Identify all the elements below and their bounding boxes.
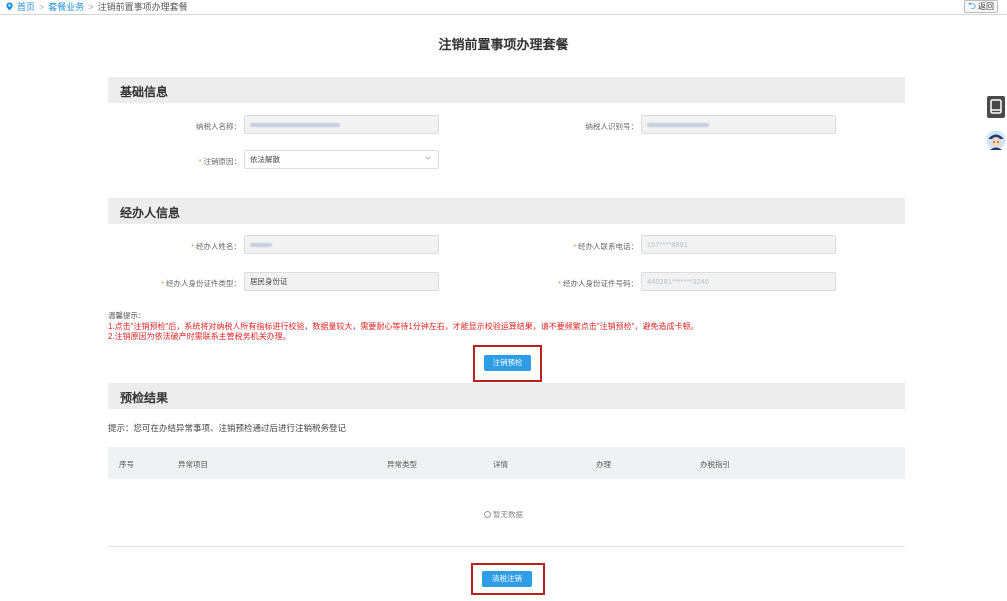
tips-line-1: 1.点击"注销预检"后，系统将对纳税人所有指标进行校验，数据量较大，需要耐心等待…: [108, 321, 699, 331]
section-basic-info: 基础信息: [108, 77, 905, 103]
masked-value: [250, 243, 272, 248]
agent-phone-field[interactable]: 157****8891: [641, 235, 836, 254]
column-header: 异常项目: [178, 460, 208, 469]
agent-id-number-field[interactable]: 440281*******3246: [641, 272, 836, 291]
agent-id-type-field[interactable]: 居民身份证: [244, 272, 439, 291]
result-hint: 提示：您可在办结异常事项、注销预检通过后进行注销税务登记: [108, 423, 347, 433]
section-precheck-result: 预检结果: [108, 383, 905, 409]
breadcrumb-package-business[interactable]: 套餐业务: [48, 0, 84, 13]
top-bar: 首页 > 套餐业务 > 注销前置事项办理套餐 ⮌ 返回: [0, 0, 1007, 15]
clear-cancel-button[interactable]: 清税注销: [482, 571, 532, 587]
breadcrumb: 首页 > 套餐业务 > 注销前置事项办理套餐: [5, 0, 188, 13]
cancel-reason-select[interactable]: 依法解散: [244, 150, 439, 169]
section-title: 基础信息: [120, 85, 169, 99]
agent-id-type-label: * 经办人身份证件类型：: [161, 279, 241, 288]
column-header: 异常类型: [387, 460, 417, 469]
taxpayer-id-field[interactable]: [641, 115, 836, 134]
agent-name-label: * 经办人姓名：: [191, 242, 241, 251]
chevron-down-icon: [425, 156, 431, 160]
column-header: 办税指引: [700, 460, 730, 469]
masked-value: [647, 123, 709, 128]
back-button-label: 返回: [978, 2, 994, 11]
column-header: 序号: [119, 460, 134, 469]
required-star: *: [198, 157, 202, 166]
location-pin-icon: [6, 2, 13, 11]
agent-name-field[interactable]: [244, 235, 439, 254]
breadcrumb-home[interactable]: 首页: [17, 0, 35, 13]
empty-icon: [484, 511, 491, 518]
taxpayer-name-field[interactable]: [244, 115, 439, 134]
back-arrow-icon: ⮌: [967, 0, 976, 12]
section-title: 经办人信息: [120, 206, 181, 220]
section-title: 预检结果: [120, 391, 169, 405]
page-title: 注销前置事项办理套餐: [438, 37, 569, 52]
column-header: 办理: [596, 460, 611, 469]
taxpayer-name-label: 纳税人名称：: [196, 122, 241, 131]
breadcrumb-separator: >: [39, 1, 45, 12]
tips-title: 温馨提示：: [108, 311, 146, 320]
tips-line-2: 2.注销原因为依法破产时需联系主管税务机关办理。: [108, 332, 291, 341]
divider: [108, 546, 905, 547]
breadcrumb-separator: >: [88, 1, 94, 12]
masked-value: [250, 123, 340, 128]
book-icon: [990, 99, 1002, 114]
result-table-header: 序号 异常项目 异常类型 详情 办理 办税指引: [108, 447, 905, 479]
taxpayer-id-label: 纳税人识别号：: [585, 122, 639, 131]
breadcrumb-current: 注销前置事项办理套餐: [97, 2, 188, 12]
agent-phone-label: * 经办人联系电话：: [573, 242, 638, 251]
cancel-reason-label: * 注销原因：: [198, 157, 241, 166]
back-button[interactable]: ⮌ 返回: [963, 0, 998, 13]
cancel-reason-value: 依法解散: [250, 155, 280, 164]
side-tool-button[interactable]: [987, 96, 1005, 118]
section-agent-info: 经办人信息: [108, 198, 905, 224]
tips-block: 温馨提示： 1.点击"注销预检"后，系统将对纳税人所有指标进行校验，数据量较大，…: [108, 311, 698, 343]
agent-id-number-label: * 经办人身份证件号码：: [558, 279, 638, 288]
column-header: 详情: [493, 460, 508, 469]
assistant-avatar-icon[interactable]: [986, 130, 1006, 150]
no-data-message: 暂无数据: [0, 509, 1007, 520]
precheck-button[interactable]: 注销预检: [484, 355, 531, 371]
